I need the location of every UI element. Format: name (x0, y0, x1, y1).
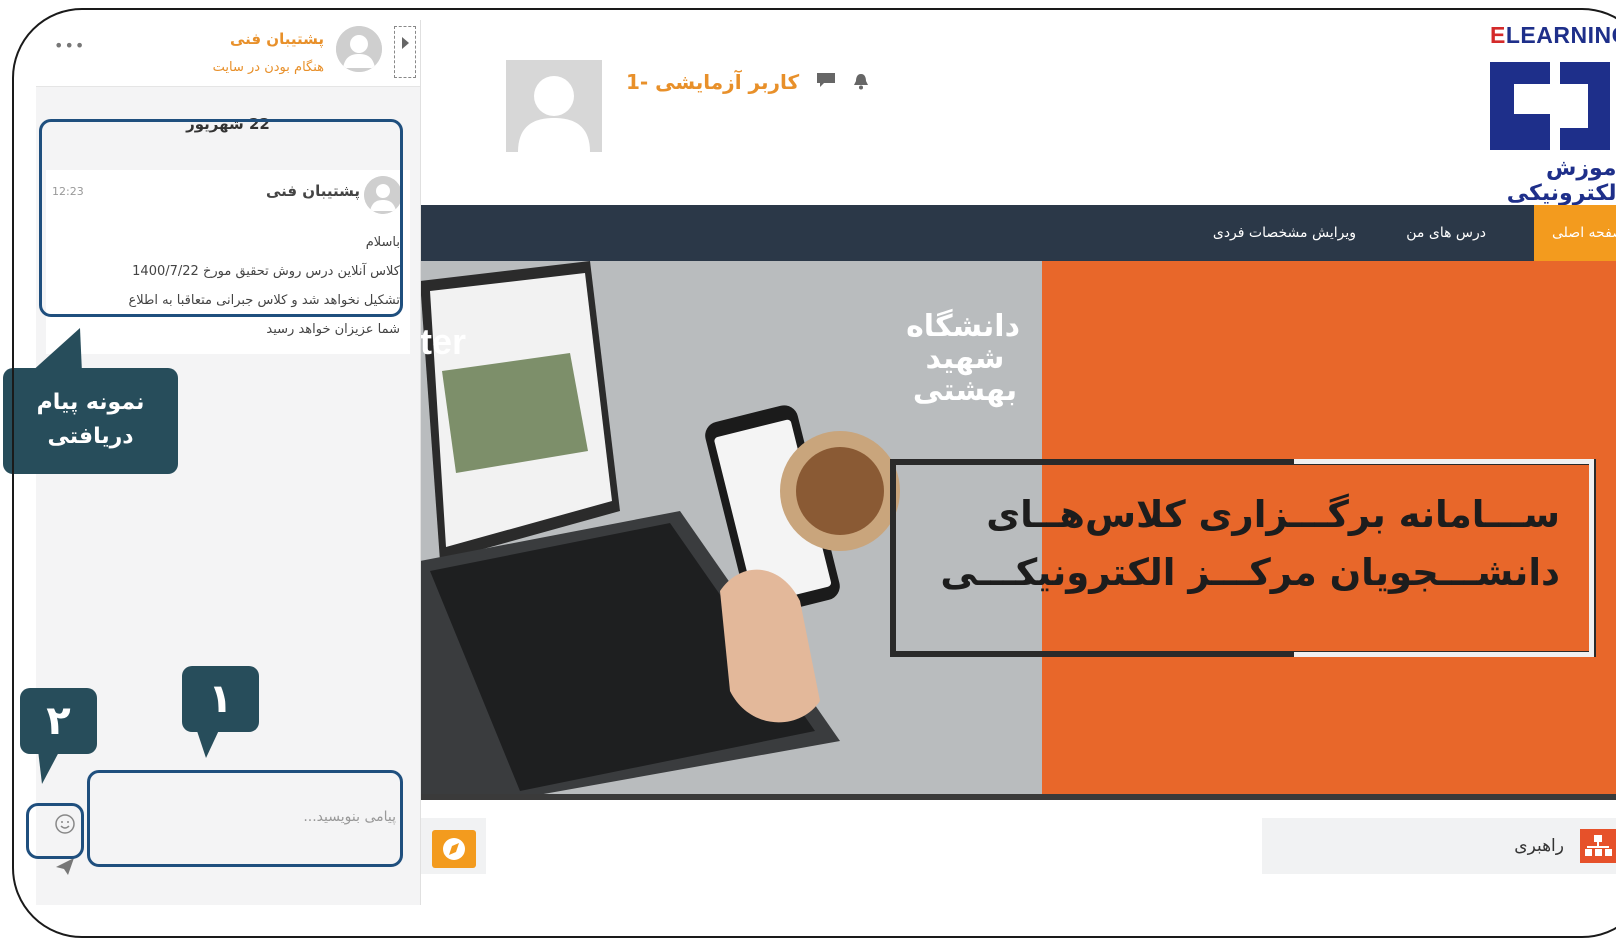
nav-my-courses[interactable]: درس های من (1406, 205, 1486, 261)
logo-brand-text: ELEARNING (1490, 22, 1616, 49)
callout-tail-2 (38, 750, 60, 784)
logo-mark-icon (1484, 58, 1612, 155)
chat-contact-name[interactable]: پشتیبان فنی (230, 30, 324, 48)
send-button-highlight (26, 803, 84, 859)
main-page: ELEARNING آموزش الکترونیکی کاربر آزمایشی… (420, 0, 1616, 905)
logo-persian-text: آموزش الکترونیکی (1506, 156, 1616, 206)
bell-icon[interactable] (852, 72, 870, 90)
chevron-right-icon (402, 37, 409, 49)
banner-title: ســـامانه برگـــزاری کلاس‌هــای دانشـــج… (920, 486, 1560, 602)
footer-spacer (486, 818, 1262, 874)
logo-brand-rest: LEARNING (1505, 22, 1616, 48)
input-highlight (87, 770, 403, 867)
chat-contact-status: هنگام بودن در سایت (212, 60, 324, 75)
hero-banner: ter دانشگاه شهید بهشتی ســـامانه برگـــز… (420, 261, 1616, 800)
footer-bar: راهبری (420, 818, 1616, 874)
chat-header: ••• پشتیبان فنی هنگام بودن در سایت (36, 20, 420, 87)
site-logo[interactable]: ELEARNING آموزش الکترونیکی (1471, 22, 1616, 206)
sitemap-glyph (1585, 835, 1612, 856)
callout-tail-1 (196, 728, 220, 758)
nav-edit-profile[interactable]: ویرایش مشخصات فردی (1213, 205, 1356, 261)
received-message-highlight (39, 119, 403, 317)
message-line-4: شما عزیزان خواهد رسید (266, 322, 400, 337)
university-calligraphy: دانشگاه شهید بهشتی (906, 309, 1020, 408)
chat-options-button[interactable]: ••• (54, 36, 85, 55)
callout-received-message: نمونه پیام دریافتی (3, 368, 178, 474)
callout-label-2: ۲ (20, 688, 97, 754)
user-avatar[interactable] (506, 60, 602, 152)
laptop-screen-text: ter (420, 321, 467, 362)
avatar-silhouette-icon (336, 26, 382, 72)
banner-bottom-bar (420, 794, 1616, 800)
banner-title-line1: ســـامانه برگـــزاری کلاس‌هــای (986, 493, 1560, 536)
callout-label-1: ۱ (182, 666, 259, 732)
user-name[interactable]: کاربر آزمایشی -1 (626, 70, 799, 94)
sitemap-icon[interactable] (1580, 829, 1616, 863)
compass-icon (443, 838, 465, 860)
main-navbar: صفحه اصلی درس های من ویرایش مشخصات فردی (420, 205, 1616, 261)
nav-home[interactable]: صفحه اصلی (1534, 205, 1616, 261)
compass-button[interactable] (432, 830, 476, 868)
guide-label[interactable]: راهبری (1514, 818, 1564, 874)
user-silhouette-icon (506, 60, 602, 152)
chat-contact-avatar (336, 26, 382, 72)
message-icon[interactable] (816, 72, 836, 88)
banner-title-line2: دانشـــجویان مرکـــز الکترونیکـــی (940, 551, 1560, 594)
collapse-drawer-button[interactable] (394, 26, 416, 78)
